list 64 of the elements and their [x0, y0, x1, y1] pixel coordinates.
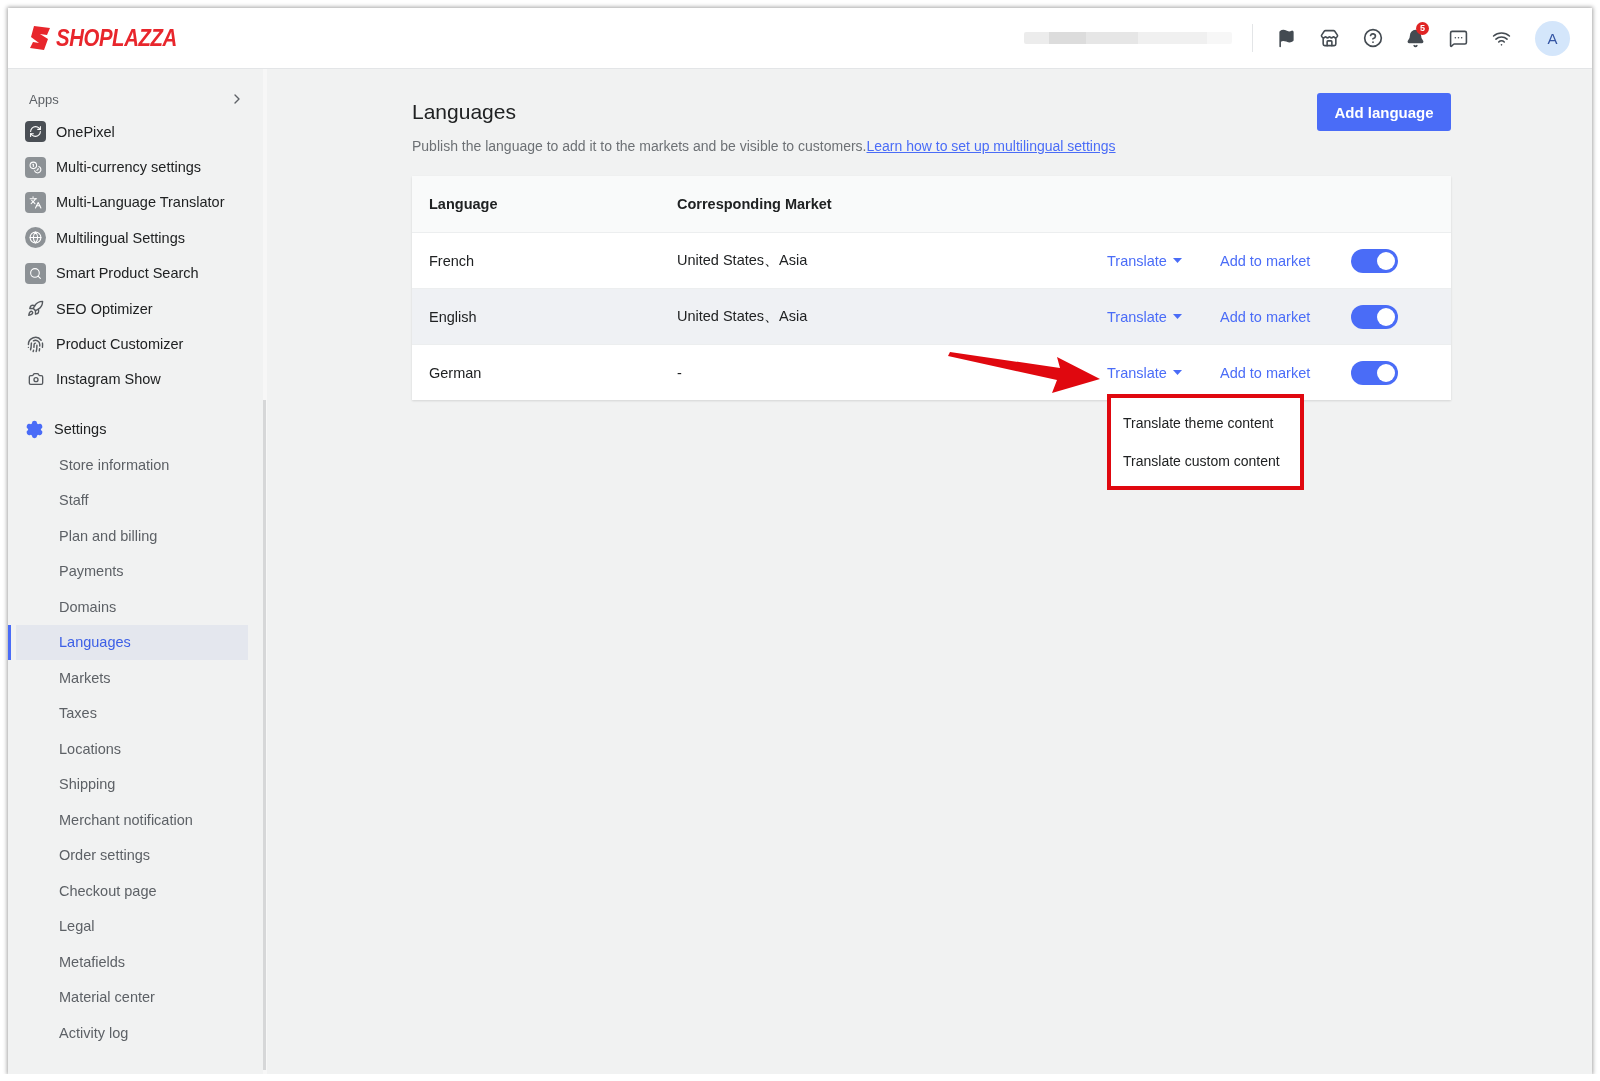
- sync-icon: [25, 121, 46, 143]
- language-cell-text: French: [429, 252, 476, 269]
- toggle-switch[interactable]: [1351, 248, 1398, 273]
- menu-item[interactable]: Translate custom content: [1111, 442, 1300, 480]
- notification-count: 5: [1416, 22, 1429, 35]
- language-cell-text: English: [429, 308, 478, 325]
- settings-item[interactable]: Plan and billing: [8, 518, 248, 554]
- settings-item[interactable]: Checkout page: [8, 873, 248, 909]
- page-description: Publish the language to add it to the markets and be visible to customers.Learn how to set up multilingual settings: [412, 138, 1117, 154]
- app-item[interactable]: SEO Optimizer: [8, 290, 263, 327]
- logo-text: SHOPLAZZA: [56, 24, 177, 52]
- column-header: Language: [429, 196, 499, 212]
- notification-button[interactable]: 5: [1394, 20, 1437, 56]
- app-item[interactable]: Product Customizer: [8, 326, 263, 362]
- settings-icon: [25, 419, 44, 439]
- settings-item[interactable]: Order settings: [8, 837, 248, 874]
- translate-dropdown[interactable]: Translate: [1107, 308, 1195, 325]
- globe-icon: [25, 227, 46, 249]
- column-header: Corresponding Market: [677, 196, 833, 212]
- toggle-switch[interactable]: [1351, 360, 1398, 385]
- coins-icon: [25, 156, 46, 178]
- market-cell-text: United States、Asia: [677, 251, 809, 270]
- app-item[interactable]: Smart Product Search: [8, 255, 263, 291]
- settings-item[interactable]: Material center: [8, 979, 248, 1016]
- help-link[interactable]: Learn how to set up multilingual settings: [866, 138, 1116, 154]
- app-item[interactable]: Instagram Show: [8, 361, 263, 398]
- market-cell-text: United States、Asia: [677, 307, 809, 326]
- page-title: Languages: [412, 100, 516, 124]
- caret-icon: [1172, 314, 1182, 319]
- add-to-market-link[interactable]: Add to market: [1220, 364, 1345, 381]
- apps-label: Apps: [29, 91, 59, 107]
- translate-icon: [25, 191, 46, 213]
- settings-label: Settings: [54, 421, 107, 438]
- settings-item[interactable]: Legal: [8, 908, 248, 945]
- user-avatar[interactable]: A: [1535, 20, 1570, 56]
- toggle-switch[interactable]: [1351, 304, 1398, 329]
- search-icon: [25, 262, 46, 284]
- market-cell-text: -: [677, 364, 683, 381]
- settings-item[interactable]: Activity log: [8, 1015, 248, 1051]
- settings-item[interactable]: Store information: [8, 447, 248, 483]
- settings-item[interactable]: Merchant notification: [8, 802, 248, 838]
- app-item[interactable]: Multilingual Settings: [8, 220, 263, 256]
- caret-icon: [1172, 258, 1182, 263]
- app-item[interactable]: OnePixel: [8, 114, 263, 150]
- language-cell-text: German: [429, 364, 483, 381]
- add-to-market-link[interactable]: Add to market: [1220, 308, 1345, 325]
- app-item[interactable]: Multi-Language Translator: [8, 184, 263, 221]
- app-item[interactable]: Multi-currency settings: [8, 149, 263, 185]
- translate-dropdown[interactable]: Translate: [1107, 252, 1195, 269]
- settings-item[interactable]: Domains: [8, 589, 248, 625]
- settings-item[interactable]: Shipping: [8, 766, 248, 803]
- settings-item[interactable]: Locations: [8, 731, 248, 767]
- settings-item[interactable]: Staff: [8, 482, 248, 519]
- translate-dropdown[interactable]: Translate: [1107, 364, 1195, 381]
- menu-item[interactable]: Translate theme content: [1111, 404, 1300, 442]
- settings-item[interactable]: Languages: [8, 624, 248, 661]
- add-to-market-link[interactable]: Add to market: [1220, 252, 1345, 269]
- add-language-button[interactable]: Add language: [1317, 93, 1451, 131]
- settings-item[interactable]: Taxes: [8, 695, 248, 732]
- logo-icon: [28, 25, 52, 51]
- caret-icon: [1172, 370, 1182, 375]
- settings-item[interactable]: Markets: [8, 660, 248, 696]
- settings-item[interactable]: Payments: [8, 553, 248, 590]
- settings-item[interactable]: Metafields: [8, 944, 248, 980]
